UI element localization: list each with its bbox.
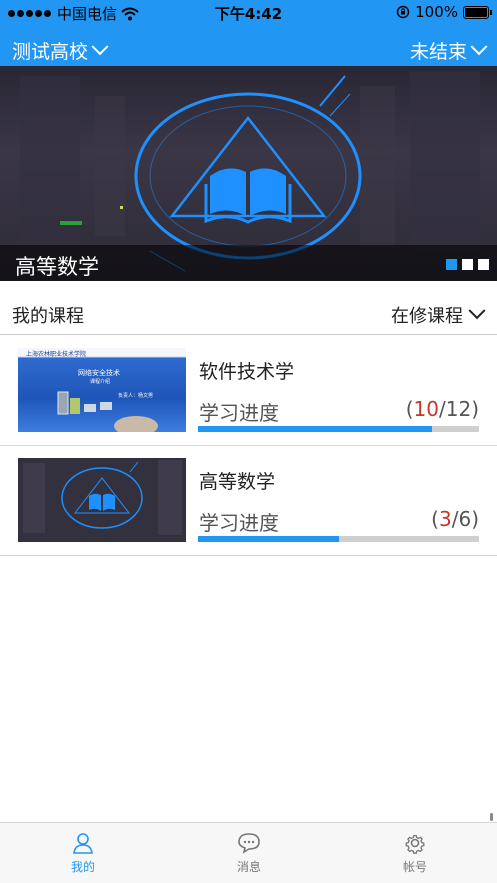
school-selector[interactable]: 测试高校 (12, 37, 109, 64)
course-name: 软件技术学 (199, 361, 295, 383)
battery-icon (463, 5, 492, 19)
page-indicator (446, 259, 489, 270)
page-dot-active (446, 259, 457, 270)
progress-count: (10/12) (405, 397, 479, 421)
progress-done: 10 (413, 397, 439, 421)
scroll-indicator (490, 813, 493, 821)
banner-title: 高等数学 (15, 255, 99, 279)
orientation-lock-icon (396, 5, 410, 19)
course-filter-dropdown[interactable]: 在修课程 (391, 302, 486, 328)
battery-group: 100% (396, 3, 492, 21)
status-selector[interactable]: 未结束 (409, 37, 488, 64)
gear-icon (405, 834, 425, 854)
chevron-down-icon (470, 37, 488, 55)
tab-label: 帐号 (402, 860, 427, 874)
section-title: 我的课程 (12, 306, 84, 327)
page-dot (462, 259, 473, 270)
course-item[interactable]: 高等数学 学习进度 (3/6) (0, 445, 497, 556)
banner-caption: 高等数学 (0, 245, 497, 281)
tab-label: 我的 (70, 860, 95, 874)
progress-label: 学习进度 (199, 401, 279, 425)
tab-label: 消息 (236, 860, 261, 874)
course-name: 高等数学 (199, 471, 276, 493)
progress-bar (198, 536, 479, 542)
server-illustration (57, 391, 158, 432)
progress-total: 6 (458, 507, 472, 531)
status-bar: 中国电信 下午4:42 100% (0, 0, 497, 26)
chevron-down-icon (91, 37, 109, 55)
filter-label: 在修课程 (391, 306, 463, 327)
course-thumbnail: 上海农林职业技术学院 网络安全技术 课程介绍 负责人：杨文男 (18, 348, 186, 432)
battery-percent: 100% (415, 3, 458, 21)
tab-bar: 我的 消息 帐号 (0, 822, 497, 883)
course-thumbnail-image (18, 458, 186, 542)
progress-bar-fill (198, 426, 433, 432)
course-item[interactable]: 上海农林职业技术学院 网络安全技术 课程介绍 负责人：杨文男 软件技术学 学习进… (0, 335, 497, 446)
school-label: 测试高校 (12, 41, 89, 63)
chat-bubble-icon (238, 833, 260, 854)
progress-done: 3 (438, 507, 452, 531)
section-header: 我的课程 在修课程 (0, 292, 497, 335)
progress-label: 学习进度 (199, 511, 279, 535)
status-label: 未结束 (409, 41, 467, 63)
tab-messages[interactable]: 消息 (166, 823, 332, 883)
tab-mine[interactable]: 我的 (0, 823, 166, 883)
progress-total: 12 (445, 397, 472, 421)
banner-carousel[interactable]: 高等数学 (0, 66, 497, 281)
progress-count: (3/6) (431, 507, 479, 531)
chevron-down-icon (468, 302, 486, 320)
progress-bar (198, 426, 479, 432)
nav-bar: 测试高校 未结束 (0, 26, 497, 66)
person-icon (73, 833, 93, 854)
course-thumbnail (18, 458, 186, 542)
progress-bar-fill (198, 536, 339, 542)
tab-account[interactable]: 帐号 (332, 823, 497, 883)
page-dot (478, 259, 489, 270)
